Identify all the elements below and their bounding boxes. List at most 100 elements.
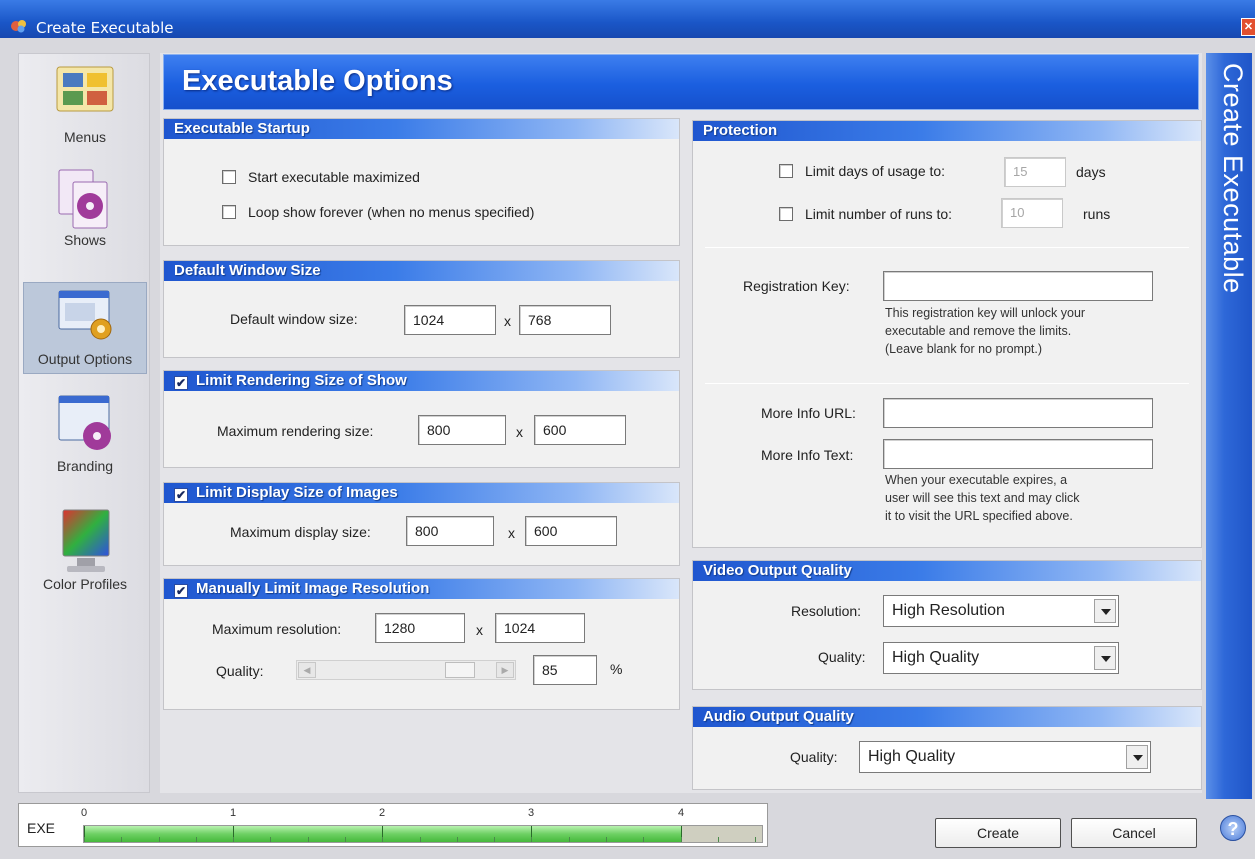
display-size-label: Maximum display size: [230,524,371,540]
video-quality-value: High Quality [892,649,980,666]
minor-tick [531,837,532,842]
runs-unit: runs [1083,206,1111,222]
slider-right-icon[interactable]: ▶ [496,662,514,678]
audio-quality-select[interactable]: High Quality [859,741,1151,773]
render-width-input[interactable]: 800 [418,415,506,445]
window-width-input[interactable]: 1024 [404,305,496,335]
minor-tick [270,837,271,842]
chevron-down-icon[interactable] [1126,745,1148,769]
sidebar-item-menus[interactable]: Menus [23,57,147,157]
display-width-input[interactable]: 800 [406,516,494,546]
chevron-down-icon[interactable] [1094,646,1116,670]
maximized-option[interactable]: Start executable maximized [222,169,420,185]
window-title: Create Executable [36,19,174,37]
reg-key-input[interactable] [883,271,1153,301]
quality-slider[interactable]: ◀ ▶ [296,660,516,680]
resolution-label: Maximum resolution: [212,621,342,637]
info-text-input[interactable] [883,439,1153,469]
minor-tick [308,837,309,842]
tick-label: 2 [379,807,386,819]
minor-tick [345,837,346,842]
render-height-input[interactable]: 600 [534,415,626,445]
runs-limit-option[interactable]: Limit number of runs to: [779,206,952,222]
help-icon[interactable]: ? [1220,815,1246,841]
render-size-checkbox[interactable]: ✔ [174,376,188,390]
days-limit-label: Limit days of usage to: [805,163,946,179]
section-title: Executable Startup [164,119,679,139]
times-label: x [476,622,483,638]
days-unit: days [1076,164,1106,180]
minor-tick [681,837,682,842]
close-button[interactable]: ✕ [1241,18,1255,36]
sidebar-item-branding[interactable]: Branding [23,392,147,492]
section-title: Default Window Size [164,261,679,281]
title-bar: Create Executable ✕ [0,0,1255,38]
tick-label: 0 [81,807,88,819]
page-header: Executable Options [163,54,1199,110]
info-url-input[interactable] [883,398,1153,428]
chevron-down-icon[interactable] [1094,599,1116,623]
reg-key-help-3: (Leave blank for no prompt.) [885,342,1043,356]
quality-label: Quality: [216,663,264,679]
resolution-height-input[interactable]: 1024 [495,613,585,643]
display-height-input[interactable]: 600 [525,516,617,546]
page-title: Executable Options [182,65,453,97]
section-title: Audio Output Quality [693,707,1201,727]
section-title-text: Limit Rendering Size of Show [196,372,407,389]
slider-left-icon[interactable]: ◀ [298,662,316,678]
side-banner: Create Executable [1206,53,1252,799]
quality-input[interactable]: 85 [533,655,597,685]
maximized-checkbox[interactable] [222,170,236,184]
branding-icon [58,395,111,450]
section-title: ✔ Manually Limit Image Resolution [164,579,679,599]
runs-limit-checkbox[interactable] [779,207,793,221]
slider-thumb[interactable] [445,662,475,678]
resolution-checkbox[interactable]: ✔ [174,584,188,598]
runs-limit-label: Limit number of runs to: [805,206,953,222]
section-title: ✔ Limit Rendering Size of Show [164,371,679,391]
reg-key-label: Registration Key: [743,278,850,294]
render-size-section: ✔ Limit Rendering Size of Show Maximum re… [163,370,680,468]
protection-section: Protection Limit days of usage to: 15 da… [692,120,1202,548]
sidebar-item-output-options[interactable]: Output Options [23,282,147,374]
loop-checkbox[interactable] [222,205,236,219]
sidebar-item-label: Shows [63,232,107,248]
exe-label: EXE [27,820,56,836]
window-height-input[interactable]: 768 [519,305,611,335]
section-title: Protection [693,121,1201,141]
menus-icon [56,66,114,112]
section-title: ✔ Limit Display Size of Images [164,483,679,503]
video-section: Video Output Quality Resolution: High Re… [692,560,1202,690]
tick-label: 3 [528,807,535,819]
minor-tick [718,837,719,842]
minor-tick [84,837,85,842]
info-help-2: user will see this text and may click [885,491,1080,505]
sidebar-item-color-profiles[interactable]: Color Profiles [23,506,147,606]
video-resolution-select[interactable]: High Resolution [883,595,1119,627]
render-size-label: Maximum rendering size: [217,423,374,439]
color-profiles-icon [62,509,110,572]
days-limit-checkbox[interactable] [779,164,793,178]
reg-key-help-2: executable and remove the limits. [885,324,1072,338]
minor-tick [643,837,644,842]
times-label: x [516,424,523,440]
sidebar-item-label: Color Profiles [42,576,128,592]
display-size-checkbox[interactable]: ✔ [174,488,188,502]
info-url-label: More Info URL: [761,405,856,421]
days-input[interactable]: 15 [1004,157,1066,187]
video-resolution-value: High Resolution [892,602,1005,619]
days-limit-option[interactable]: Limit days of usage to: [779,163,945,179]
display-size-section: ✔ Limit Display Size of Images Maximum di… [163,482,680,566]
section-title-text: Limit Display Size of Images [196,484,398,501]
minor-tick [457,837,458,842]
create-button[interactable]: Create [935,818,1061,848]
resolution-width-input[interactable]: 1280 [375,613,465,643]
minor-tick [196,837,197,842]
cancel-button[interactable]: Cancel [1071,818,1197,848]
times-label: x [508,525,515,541]
sidebar-item-shows[interactable]: Shows [23,166,147,266]
runs-input[interactable]: 10 [1001,198,1063,228]
video-quality-select[interactable]: High Quality [883,642,1119,674]
startup-section: Executable Startup Start executable maxi… [163,118,680,246]
loop-option[interactable]: Loop show forever (when no menus specifi… [222,204,534,220]
